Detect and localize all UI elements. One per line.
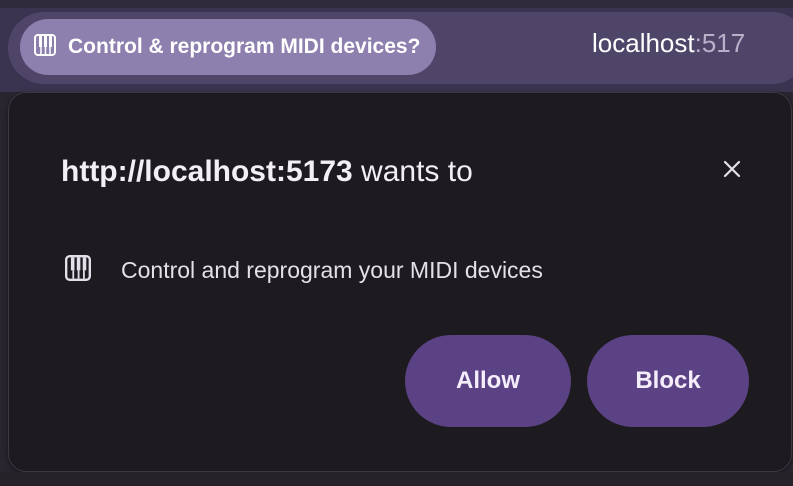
- url-host: localhost: [592, 28, 695, 58]
- dialog-origin: http://localhost:5173: [61, 155, 353, 188]
- permission-dialog: http://localhost:5173 wants to Control a…: [8, 92, 792, 472]
- block-button[interactable]: Block: [587, 335, 749, 427]
- url-text[interactable]: localhost:517: [592, 28, 745, 59]
- dialog-title-suffix: wants to: [352, 155, 473, 188]
- permission-row: Control and reprogram your MIDI devices: [65, 255, 543, 286]
- close-icon: [722, 159, 742, 184]
- page-edge: [0, 472, 793, 486]
- piano-icon: [65, 255, 91, 286]
- permission-chip[interactable]: Control & reprogram MIDI devices?: [20, 19, 437, 75]
- close-button[interactable]: [714, 153, 750, 189]
- piano-icon: [34, 33, 56, 61]
- permission-text: Control and reprogram your MIDI devices: [121, 257, 543, 283]
- url-port: :517: [694, 28, 746, 58]
- dialog-title: http://localhost:5173 wants to: [61, 155, 473, 189]
- tab-strip-edge: [0, 0, 793, 8]
- permission-chip-label: Control & reprogram MIDI devices?: [68, 35, 421, 58]
- allow-button[interactable]: Allow: [405, 335, 571, 427]
